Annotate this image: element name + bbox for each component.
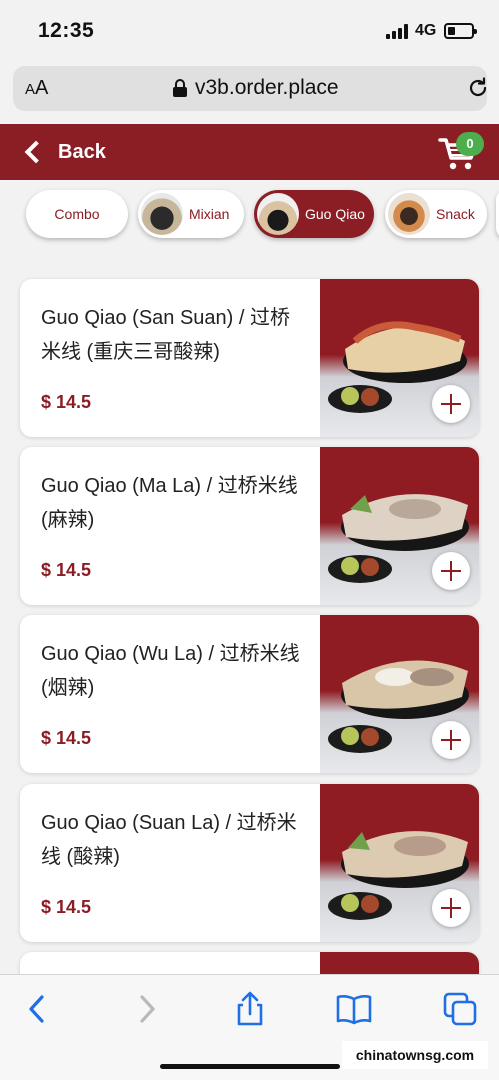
battery-icon (444, 23, 477, 39)
product-name: Guo Qiao (Ma La) / 过桥米线 (麻辣) (41, 475, 298, 531)
back-icon[interactable] (20, 991, 56, 1027)
lock-icon (173, 79, 187, 97)
back-label: Back (58, 140, 106, 163)
product-price: $ 14.5 (41, 897, 92, 917)
tab-label: Mixian (189, 206, 230, 222)
add-to-cart-button[interactable] (432, 889, 470, 927)
add-to-cart-button[interactable] (432, 721, 470, 759)
bookmarks-icon[interactable] (336, 991, 372, 1027)
product-name: Guo Qiao (San Suan) / 过桥米线 (重庆三哥酸辣) (41, 307, 291, 363)
add-to-cart-button[interactable] (432, 385, 470, 423)
signal-icon (386, 24, 410, 39)
tab-label: Snack (436, 206, 475, 222)
product-card[interactable]: Guo Qiao (Ma La) / 过桥米线 (麻辣) $ 14.5 (20, 447, 479, 605)
network-type: 4G (415, 22, 437, 39)
tabs-icon[interactable] (442, 991, 478, 1027)
watermark: chinatownsg.com (342, 1041, 488, 1069)
product-name: Guo Qiao (Wu La) / 过桥米线 (烟辣) (41, 643, 300, 699)
category-tabs: Combo Mixian Guo Qiao Snack (0, 190, 499, 240)
tab-combo[interactable]: Combo (26, 190, 128, 238)
tab-label: Combo (54, 206, 100, 222)
mixian-thumbnail (141, 193, 183, 235)
reload-icon[interactable] (467, 77, 489, 99)
cart-count-badge: 0 (456, 132, 484, 156)
product-card[interactable]: Guo Qiao (Suan La) / 过桥米线 (酸辣) $ 14.5 (20, 784, 479, 942)
address-bar[interactable]: AA v3b.order.place (13, 66, 487, 111)
tab-snack[interactable]: Snack (385, 190, 487, 238)
app-header: Back (0, 124, 499, 180)
back-button[interactable]: Back (22, 136, 106, 168)
status-bar: 12:35 4G (0, 0, 499, 62)
tab-guo-qiao[interactable]: Guo Qiao (254, 190, 374, 238)
tab-label: Guo Qiao (305, 206, 365, 222)
product-price: $ 14.5 (41, 560, 92, 580)
tab-mixian[interactable]: Mixian (138, 190, 244, 238)
forward-icon[interactable] (128, 991, 164, 1027)
chevron-left-icon (24, 140, 48, 164)
product-card[interactable]: Guo Qiao (San Suan) / 过桥米线 (重庆三哥酸辣) $ 14… (20, 279, 479, 437)
share-icon[interactable] (232, 991, 268, 1027)
product-card[interactable]: Guo Qiao (Wu La) / 过桥米线 (烟辣) $ 14.5 (20, 615, 479, 773)
text-size-button[interactable]: AA (25, 77, 48, 100)
snack-thumbnail (388, 193, 430, 235)
add-to-cart-button[interactable] (432, 552, 470, 590)
guo-qiao-thumbnail (257, 193, 299, 235)
home-indicator (160, 1064, 340, 1069)
url-text[interactable]: v3b.order.place (195, 76, 339, 100)
product-price: $ 14.5 (41, 392, 92, 412)
product-name: Guo Qiao (Suan La) / 过桥米线 (酸辣) (41, 812, 297, 868)
status-time: 12:35 (38, 19, 95, 42)
product-price: $ 14.5 (41, 728, 92, 748)
